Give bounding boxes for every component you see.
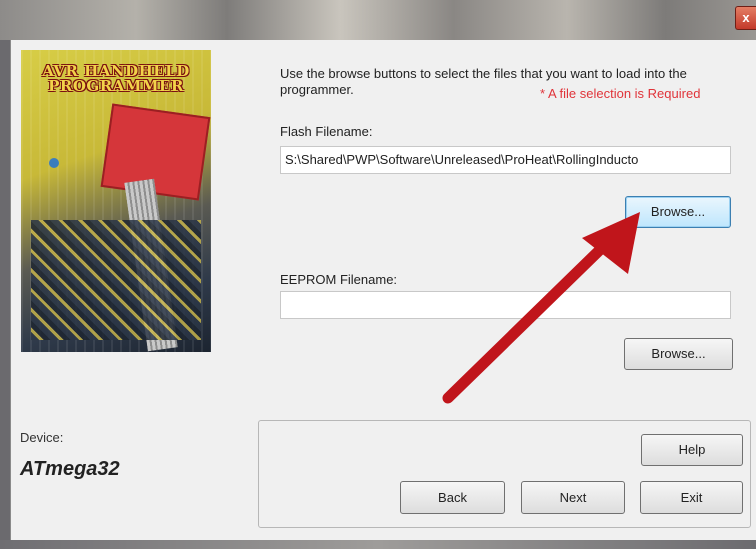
annotation-arrow-icon: [442, 212, 640, 404]
annotation-arrow-shaft: [442, 234, 616, 404]
